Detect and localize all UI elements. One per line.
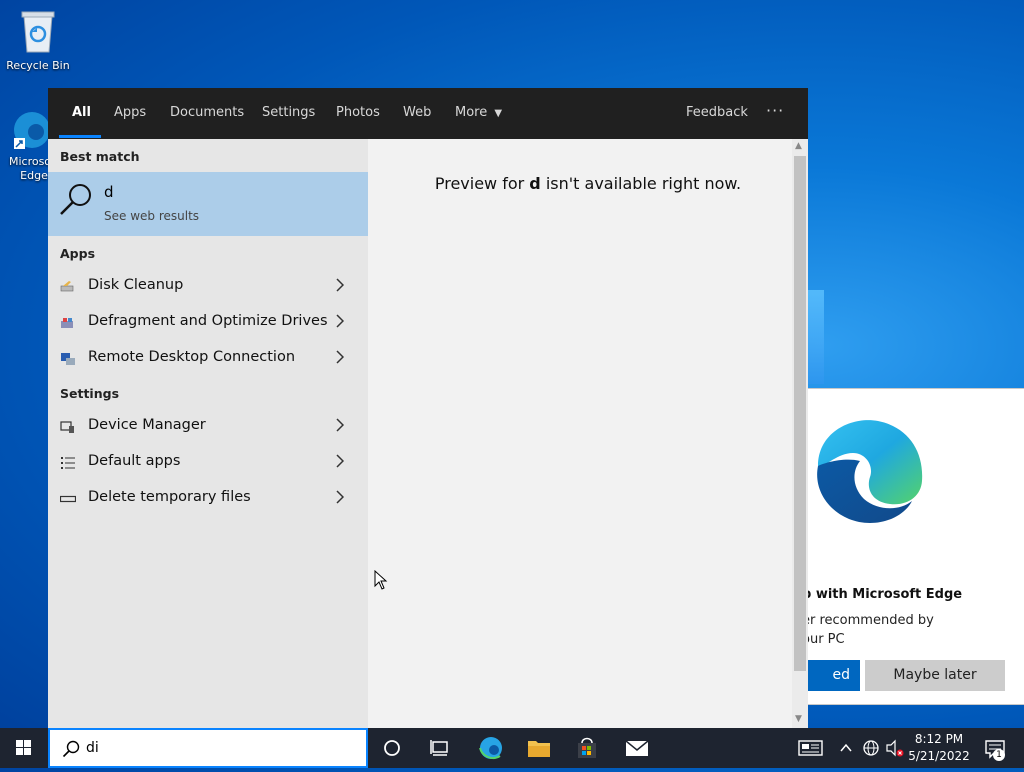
- result-disk-cleanup[interactable]: Disk Cleanup: [48, 269, 368, 303]
- tab-photos[interactable]: Photos: [336, 105, 380, 120]
- search-scope-tabs: All Apps Documents Settings Photos Web M…: [48, 88, 808, 139]
- system-clock[interactable]: 8:12 PM 5/21/2022: [904, 731, 974, 765]
- network-globe-icon: [863, 740, 879, 756]
- taskbar-edge-button[interactable]: [470, 728, 512, 768]
- device-manager-icon: [60, 419, 76, 433]
- tab-settings[interactable]: Settings: [262, 105, 315, 120]
- scrollbar-thumb[interactable]: [794, 156, 806, 671]
- chevron-up-icon: [840, 743, 852, 752]
- result-label: Disk Cleanup: [88, 277, 184, 293]
- result-default-apps[interactable]: Default apps: [48, 445, 368, 479]
- promo-body-line: our PC: [802, 632, 845, 647]
- preview-message: Preview for d isn't available right now.: [368, 174, 808, 193]
- chevron-right-icon[interactable]: [336, 277, 345, 296]
- edge-logo-icon: [808, 411, 926, 529]
- chevron-down-icon: ▼: [494, 108, 503, 119]
- preview-text: isn't available right now.: [540, 174, 742, 193]
- mouse-cursor-icon: [374, 569, 388, 594]
- results-list: Best match d See web results Apps Disk C…: [48, 139, 368, 728]
- best-match-query: d: [104, 183, 114, 201]
- preview-scrollbar[interactable]: ▲ ▼: [792, 139, 808, 728]
- clock-time: 8:12 PM: [914, 732, 964, 746]
- scroll-up-icon[interactable]: ▲: [795, 141, 802, 151]
- taskbar-search-box[interactable]: [48, 728, 368, 768]
- edge-promo-card: b with Microsoft Edge er recommended by …: [798, 388, 1024, 705]
- result-delete-temp-files[interactable]: Delete temporary files: [48, 481, 368, 515]
- tab-documents[interactable]: Documents: [170, 105, 244, 120]
- apps-header: Apps: [60, 246, 96, 261]
- result-remote-desktop[interactable]: Remote Desktop Connection: [48, 341, 368, 375]
- task-view-button[interactable]: [420, 728, 460, 768]
- news-interests-button[interactable]: [796, 728, 826, 768]
- wallpaper-light-beam: [808, 290, 824, 384]
- default-apps-icon: [60, 455, 76, 469]
- remote-desktop-icon: [60, 351, 76, 365]
- result-label: Default apps: [88, 453, 181, 469]
- preview-pane: Preview for d isn't available right now.: [368, 139, 808, 728]
- volume-button[interactable]: [884, 728, 906, 768]
- windows-logo-icon: [16, 740, 31, 755]
- scroll-down-icon[interactable]: ▼: [795, 714, 802, 724]
- cortana-button[interactable]: [372, 728, 412, 768]
- volume-muted-icon: [886, 739, 904, 757]
- best-match-subtitle: See web results: [104, 209, 200, 223]
- notification-icon: [985, 740, 1005, 759]
- best-match-item[interactable]: d See web results: [48, 172, 368, 236]
- tab-more[interactable]: More ▼: [455, 105, 502, 120]
- chevron-right-icon[interactable]: [336, 417, 345, 436]
- tab-apps[interactable]: Apps: [114, 105, 146, 120]
- disk-cleanup-icon: [60, 279, 76, 293]
- tab-all[interactable]: All: [72, 105, 91, 120]
- desktop-icon-label: Recycle Bin: [6, 59, 70, 72]
- desktop-icon-recycle-bin[interactable]: Recycle Bin: [0, 8, 76, 72]
- taskbar-store-button[interactable]: [566, 728, 608, 768]
- action-center-button[interactable]: [980, 728, 1012, 768]
- settings-header: Settings: [60, 386, 120, 401]
- result-label: Device Manager: [88, 417, 206, 433]
- network-button[interactable]: [860, 728, 882, 768]
- best-match-header: Best match: [60, 149, 140, 164]
- defragment-icon: [60, 315, 76, 329]
- storage-icon: [59, 491, 77, 505]
- promo-maybe-later-button[interactable]: Maybe later: [865, 660, 1005, 691]
- folder-icon: [528, 741, 550, 757]
- chevron-right-icon[interactable]: [336, 453, 345, 472]
- start-button[interactable]: [0, 728, 48, 768]
- active-tab-indicator: [59, 135, 101, 138]
- start-search-panel: All Apps Documents Settings Photos Web M…: [48, 88, 808, 728]
- search-input[interactable]: [86, 737, 356, 759]
- cortana-circle-icon: [384, 740, 400, 756]
- result-label: Delete temporary files: [88, 489, 251, 505]
- promo-body: er recommended by our PC: [802, 611, 962, 649]
- result-label: Remote Desktop Connection: [88, 349, 296, 365]
- result-device-manager[interactable]: Device Manager: [48, 409, 368, 443]
- chevron-right-icon[interactable]: [336, 313, 345, 332]
- notification-count-badge: 1: [993, 749, 1005, 761]
- preview-term: d: [529, 174, 541, 193]
- taskbar-mail-button[interactable]: [614, 728, 660, 768]
- show-hidden-icons-button[interactable]: [836, 728, 856, 768]
- edge-icon: [479, 737, 502, 759]
- promo-primary-label: ed: [832, 667, 851, 683]
- search-icon: [58, 182, 94, 222]
- preview-text: Preview for: [434, 174, 530, 193]
- tab-more-label: More: [455, 105, 488, 120]
- taskbar-file-explorer-button[interactable]: [518, 728, 560, 768]
- promo-title: b with Microsoft Edge: [802, 587, 963, 602]
- tab-web[interactable]: Web: [403, 105, 431, 120]
- news-icon: [798, 740, 823, 756]
- chevron-right-icon[interactable]: [336, 349, 345, 368]
- result-defragment[interactable]: Defragment and Optimize Drives: [48, 305, 368, 339]
- more-options-icon[interactable]: ···: [766, 101, 784, 120]
- result-label: Defragment and Optimize Drives: [88, 313, 328, 329]
- recycle-bin-icon: [0, 8, 76, 57]
- feedback-button[interactable]: Feedback: [686, 105, 748, 120]
- clock-date: 5/21/2022: [908, 749, 970, 763]
- chevron-right-icon[interactable]: [336, 489, 345, 508]
- search-icon: [62, 740, 80, 762]
- mail-icon: [625, 740, 649, 756]
- store-bag-icon: [578, 737, 596, 758]
- promo-body-line: er recommended by: [802, 613, 934, 628]
- task-view-icon: [430, 740, 448, 756]
